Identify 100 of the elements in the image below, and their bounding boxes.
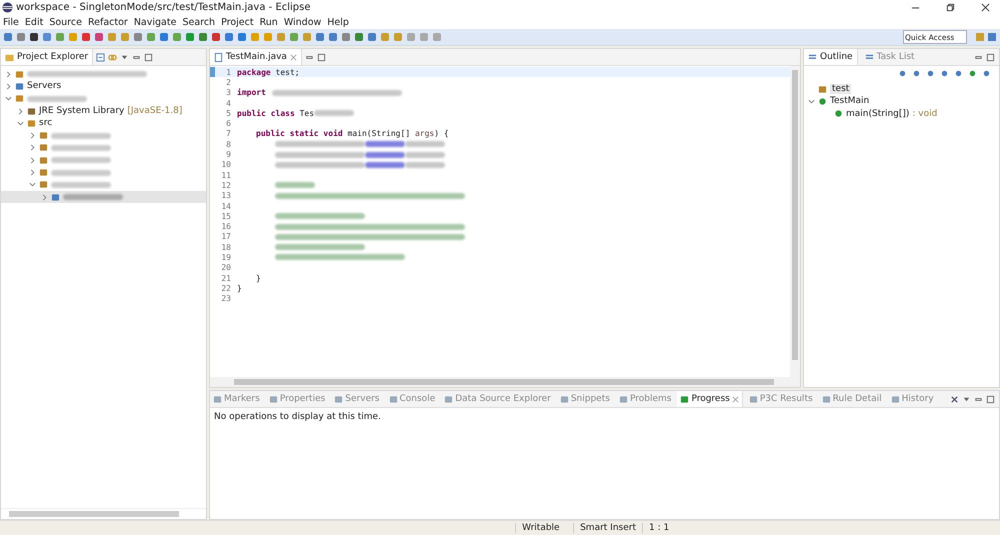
project-explorer-tab[interactable]: Project Explorer bbox=[1, 49, 94, 65]
tree-item[interactable]: src bbox=[1, 117, 206, 130]
list-icon bbox=[808, 52, 817, 62]
expanded-chevron-icon[interactable] bbox=[5, 95, 12, 102]
project-icon bbox=[15, 94, 24, 104]
view-icon bbox=[334, 394, 344, 404]
menu-item[interactable]: Source bbox=[49, 16, 82, 28]
code-text: test; bbox=[274, 68, 300, 77]
maximize-icon[interactable] bbox=[144, 52, 154, 62]
tree-item[interactable] bbox=[1, 190, 206, 204]
view-icon bbox=[213, 394, 222, 404]
restore-icon[interactable] bbox=[946, 3, 955, 12]
menu-item[interactable]: Edit bbox=[24, 16, 44, 28]
blurred-comment bbox=[275, 182, 315, 188]
line-number: 11 bbox=[220, 170, 231, 180]
view-icon bbox=[618, 394, 628, 404]
progress-message: No operations to display at this time. bbox=[214, 412, 381, 422]
project-icon bbox=[15, 70, 24, 79]
line-number: 22 bbox=[220, 284, 231, 293]
outline-label: test bbox=[830, 84, 852, 94]
line-number: 19 bbox=[220, 252, 231, 262]
line-number: 1 bbox=[225, 68, 231, 77]
tree-item[interactable]: Servers bbox=[1, 80, 206, 93]
tree-decoration: [JavaSE-1.8] bbox=[127, 106, 182, 116]
collapsed-chevron-icon[interactable] bbox=[29, 169, 36, 176]
package-icon bbox=[818, 84, 827, 94]
collapsed-chevron-icon[interactable] bbox=[29, 156, 36, 164]
view-icon bbox=[748, 394, 758, 404]
vertical-scrollbar[interactable] bbox=[790, 66, 800, 377]
line-number: 21 bbox=[220, 274, 231, 283]
perspective-icon[interactable] bbox=[975, 32, 985, 42]
view-tab[interactable]: Progress bbox=[677, 391, 743, 407]
status-field: Smart Insert bbox=[573, 523, 642, 533]
code-text: ) { bbox=[434, 129, 449, 138]
line-number: 15 bbox=[220, 212, 231, 221]
line-number: 13 bbox=[220, 191, 231, 200]
code-text: } bbox=[237, 284, 242, 293]
view-menu-icon[interactable] bbox=[120, 52, 130, 62]
source-icon bbox=[27, 118, 36, 128]
view-icon bbox=[890, 394, 900, 404]
expanded-chevron-icon[interactable] bbox=[808, 98, 815, 105]
line-number: 18 bbox=[220, 242, 231, 252]
menu-item[interactable]: Project bbox=[221, 16, 254, 28]
status-field: 1 : 1 bbox=[642, 523, 700, 533]
view-icon bbox=[444, 394, 454, 404]
menu-item[interactable]: Refactor bbox=[88, 16, 128, 28]
list-icon bbox=[864, 52, 874, 62]
collapsed-chevron-icon[interactable] bbox=[29, 132, 36, 140]
expanded-chevron-icon[interactable] bbox=[29, 181, 36, 188]
return-type: : void bbox=[912, 108, 938, 119]
blurred-name bbox=[51, 182, 111, 188]
collapsed-chevron-icon[interactable] bbox=[5, 70, 12, 78]
line-number: 20 bbox=[220, 263, 231, 272]
code-keyword: import bbox=[237, 88, 266, 98]
menu-item[interactable]: Run bbox=[260, 16, 278, 28]
folder-icon bbox=[5, 52, 14, 62]
library-icon bbox=[27, 106, 36, 116]
method-icon bbox=[834, 109, 843, 118]
collapse-all-icon[interactable] bbox=[96, 52, 106, 62]
menu-item[interactable]: File bbox=[3, 16, 19, 28]
blurred-name bbox=[27, 96, 87, 102]
horizontal-scrollbar[interactable] bbox=[210, 377, 800, 387]
class-icon bbox=[818, 96, 827, 106]
maximize-icon[interactable] bbox=[986, 52, 995, 62]
view-icon bbox=[560, 394, 569, 404]
maximize-icon[interactable] bbox=[316, 52, 326, 62]
view-tab[interactable]: Outline bbox=[804, 49, 858, 65]
blurred-name bbox=[51, 170, 111, 176]
code-keyword: package bbox=[237, 68, 271, 77]
menu-item[interactable]: Help bbox=[327, 16, 349, 28]
line-number: 23 bbox=[220, 294, 231, 304]
horizontal-scrollbar[interactable] bbox=[1, 508, 206, 519]
editor-tab[interactable]: TestMain.java bbox=[210, 49, 302, 65]
outline-item[interactable]: TestMain bbox=[804, 95, 999, 108]
view-icon bbox=[388, 394, 398, 404]
collapsed-chevron-icon[interactable] bbox=[29, 144, 36, 152]
line-number: 16 bbox=[220, 222, 231, 232]
menu-item[interactable]: Search bbox=[182, 16, 216, 28]
view-menu-icon[interactable] bbox=[962, 394, 971, 404]
code-text: } bbox=[256, 274, 261, 283]
collapsed-chevron-icon[interactable] bbox=[5, 82, 12, 90]
status-field: Writable bbox=[515, 523, 574, 533]
java-perspective-icon[interactable] bbox=[987, 32, 997, 42]
menu-item[interactable]: Navigate bbox=[134, 16, 176, 28]
collapsed-chevron-icon[interactable] bbox=[41, 194, 48, 201]
outline-label: TestMain bbox=[830, 96, 870, 106]
close-icon[interactable] bbox=[981, 3, 990, 12]
outline-item[interactable]: main(String[]) : void bbox=[804, 108, 999, 120]
view-icon bbox=[822, 394, 831, 404]
maximize-icon[interactable] bbox=[986, 394, 995, 404]
expanded-chevron-icon[interactable] bbox=[17, 120, 24, 127]
line-number: 3 bbox=[225, 88, 231, 98]
menu-item[interactable]: Window bbox=[284, 16, 322, 28]
outline-item[interactable]: test bbox=[804, 83, 999, 96]
line-number: 10 bbox=[220, 160, 231, 170]
tree-item[interactable]: JRE System Library [JavaSE-1.8] bbox=[1, 104, 206, 118]
link-icon[interactable] bbox=[108, 52, 118, 62]
remove-all-icon[interactable] bbox=[950, 394, 959, 404]
collapsed-chevron-icon[interactable] bbox=[17, 108, 24, 115]
line-number: 14 bbox=[220, 202, 231, 210]
